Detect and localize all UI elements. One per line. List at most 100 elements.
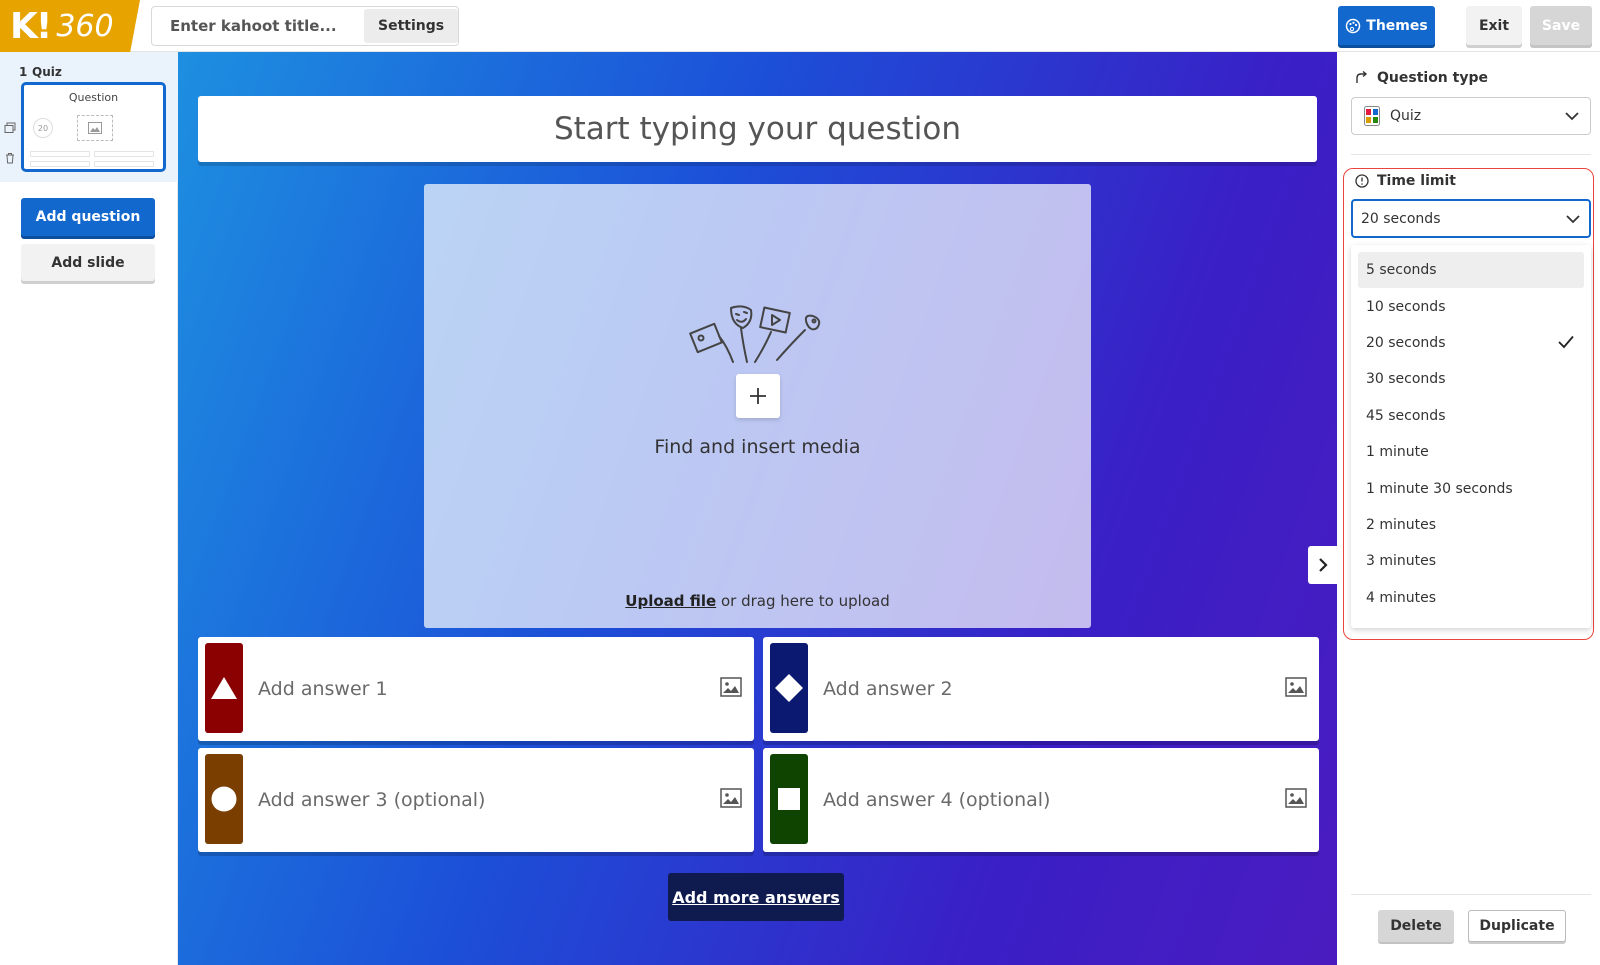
plus-icon [750,388,766,404]
upload-file-link[interactable]: Upload file [625,592,716,610]
square-icon [778,788,800,810]
answer-box-2[interactable]: Add answer 2 [763,637,1319,741]
option-label: 30 seconds [1366,371,1446,388]
time-limit-select[interactable]: 20 seconds [1351,199,1591,238]
slide-sidebar: 1 Quiz Question 20 Add question Add slid… [0,52,178,965]
quiz-type-icon [1364,106,1380,126]
delete-button[interactable]: Delete [1378,910,1454,942]
slide-type: Quiz [32,65,62,79]
circle-icon [211,786,237,812]
slide-number: 1 [19,65,28,79]
thumbnail-title: Question [68,91,119,104]
themes-label: Themes [1366,17,1428,34]
media-dropzone[interactable]: Find and insert media Upload file or dra… [424,184,1091,628]
question-type-select[interactable]: Quiz [1351,97,1591,135]
save-button[interactable]: Save [1530,6,1592,45]
triangle-icon [211,677,237,699]
thumbnail-media-placeholder [77,115,113,141]
answer-2-image-icon[interactable] [1285,677,1307,697]
option-label: 4 minutes [1366,589,1437,606]
slide-list-item[interactable]: 1 Quiz Question 20 [0,52,178,182]
answer-3-text: Add answer 3 (optional) [258,789,486,811]
panel-divider [1351,154,1591,155]
question-input[interactable] [198,96,1317,162]
slide-thumbnail[interactable]: Question 20 [21,82,166,172]
top-bar: K! 360 Settings Themes Exit Save [0,0,1600,52]
time-limit-heading: Time limit [1355,173,1456,189]
palette-icon [1346,18,1361,33]
answer-1-image-icon[interactable] [720,677,742,697]
answer-3-image-icon[interactable] [720,788,742,808]
answer-box-4[interactable]: Add answer 4 (optional) [763,748,1319,852]
chevron-down-icon [1565,112,1579,121]
thumbnail-timer: 20 [33,118,53,138]
logo-k: K! [10,5,52,47]
settings-panel: Question type Quiz Time limit 20 seconds… [1337,52,1600,965]
exit-button[interactable]: Exit [1466,6,1522,45]
add-more-answers-button[interactable]: Add more answers [668,873,844,921]
time-option-3-minutes[interactable]: 3 minutes [1358,543,1584,579]
time-option-1-minute[interactable]: 1 minute [1358,434,1584,470]
question-type-icon [1356,71,1368,83]
thumbnail-answer [94,151,154,157]
time-option-4-minutes[interactable]: 4 minutes [1358,580,1584,616]
chevron-down-icon [1566,215,1580,224]
collapse-panel-button[interactable] [1308,546,1338,584]
answer-box-1[interactable]: Add answer 1 [198,637,754,741]
media-illustration-icon [689,305,821,363]
answer-2-color-tile [770,643,808,733]
option-label: 1 minute [1366,444,1429,461]
upload-hint-text: or drag here to upload [720,592,890,610]
time-option-30-seconds[interactable]: 30 seconds [1358,361,1584,397]
answer-4-text: Add answer 4 (optional) [823,789,1051,811]
insert-media-button[interactable] [736,374,780,418]
logo-360: 360 [56,8,114,44]
time-option-5-seconds[interactable]: 5 seconds [1358,252,1584,289]
kahoot-title-box: Settings [151,6,459,46]
question-type-heading: Question type [1355,70,1488,86]
find-media-label: Find and insert media [654,436,861,458]
time-option-20-seconds[interactable]: 20 seconds [1358,325,1584,361]
settings-button[interactable]: Settings [364,9,459,43]
option-label: 2 minutes [1366,516,1437,533]
kahoot-title-input[interactable] [152,7,364,45]
kahoot-360-logo[interactable]: K! 360 [0,0,140,52]
option-label: 20 seconds [1366,334,1446,351]
option-label: 5 seconds [1366,262,1437,279]
image-icon [88,122,102,134]
delete-slide-icon[interactable] [4,152,16,164]
add-slide-button[interactable]: Add slide [21,244,155,281]
option-label: 1 minute 30 seconds [1366,480,1513,497]
add-question-button[interactable]: Add question [21,198,155,236]
answer-box-3[interactable]: Add answer 3 (optional) [198,748,754,852]
question-type-value: Quiz [1390,108,1422,124]
answer-1-color-tile [205,643,243,733]
thumbnail-answer [94,161,154,167]
duplicate-button[interactable]: Duplicate [1468,910,1566,942]
time-option-10-seconds[interactable]: 10 seconds [1358,288,1584,324]
time-limit-dropdown-menu: 5 seconds 10 seconds 20 seconds 30 secon… [1351,245,1591,628]
answer-1-text: Add answer 1 [258,678,388,700]
time-limit-value: 20 seconds [1361,210,1441,227]
option-label: 3 minutes [1366,553,1437,570]
time-option-1-minute-30-seconds[interactable]: 1 minute 30 seconds [1358,470,1584,506]
diamond-icon [775,674,803,702]
thumbnail-answer [30,151,90,157]
answer-2-text: Add answer 2 [823,678,953,700]
question-type-label: Question type [1377,70,1488,86]
themes-button[interactable]: Themes [1338,6,1435,45]
option-label: 10 seconds [1366,298,1446,315]
answer-4-image-icon[interactable] [1285,788,1307,808]
duplicate-slide-icon[interactable] [4,122,16,134]
time-option-45-seconds[interactable]: 45 seconds [1358,398,1584,434]
clock-icon [1355,174,1369,188]
option-label: 45 seconds [1366,407,1446,424]
answer-3-color-tile [205,754,243,844]
answer-4-color-tile [770,754,808,844]
chevron-right-icon [1319,558,1328,572]
time-limit-label: Time limit [1377,173,1456,189]
upload-hint: Upload file or drag here to upload [424,592,1091,610]
thumbnail-answer [30,161,90,167]
time-option-2-minutes[interactable]: 2 minutes [1358,507,1584,543]
panel-bottom-divider [1351,894,1591,895]
